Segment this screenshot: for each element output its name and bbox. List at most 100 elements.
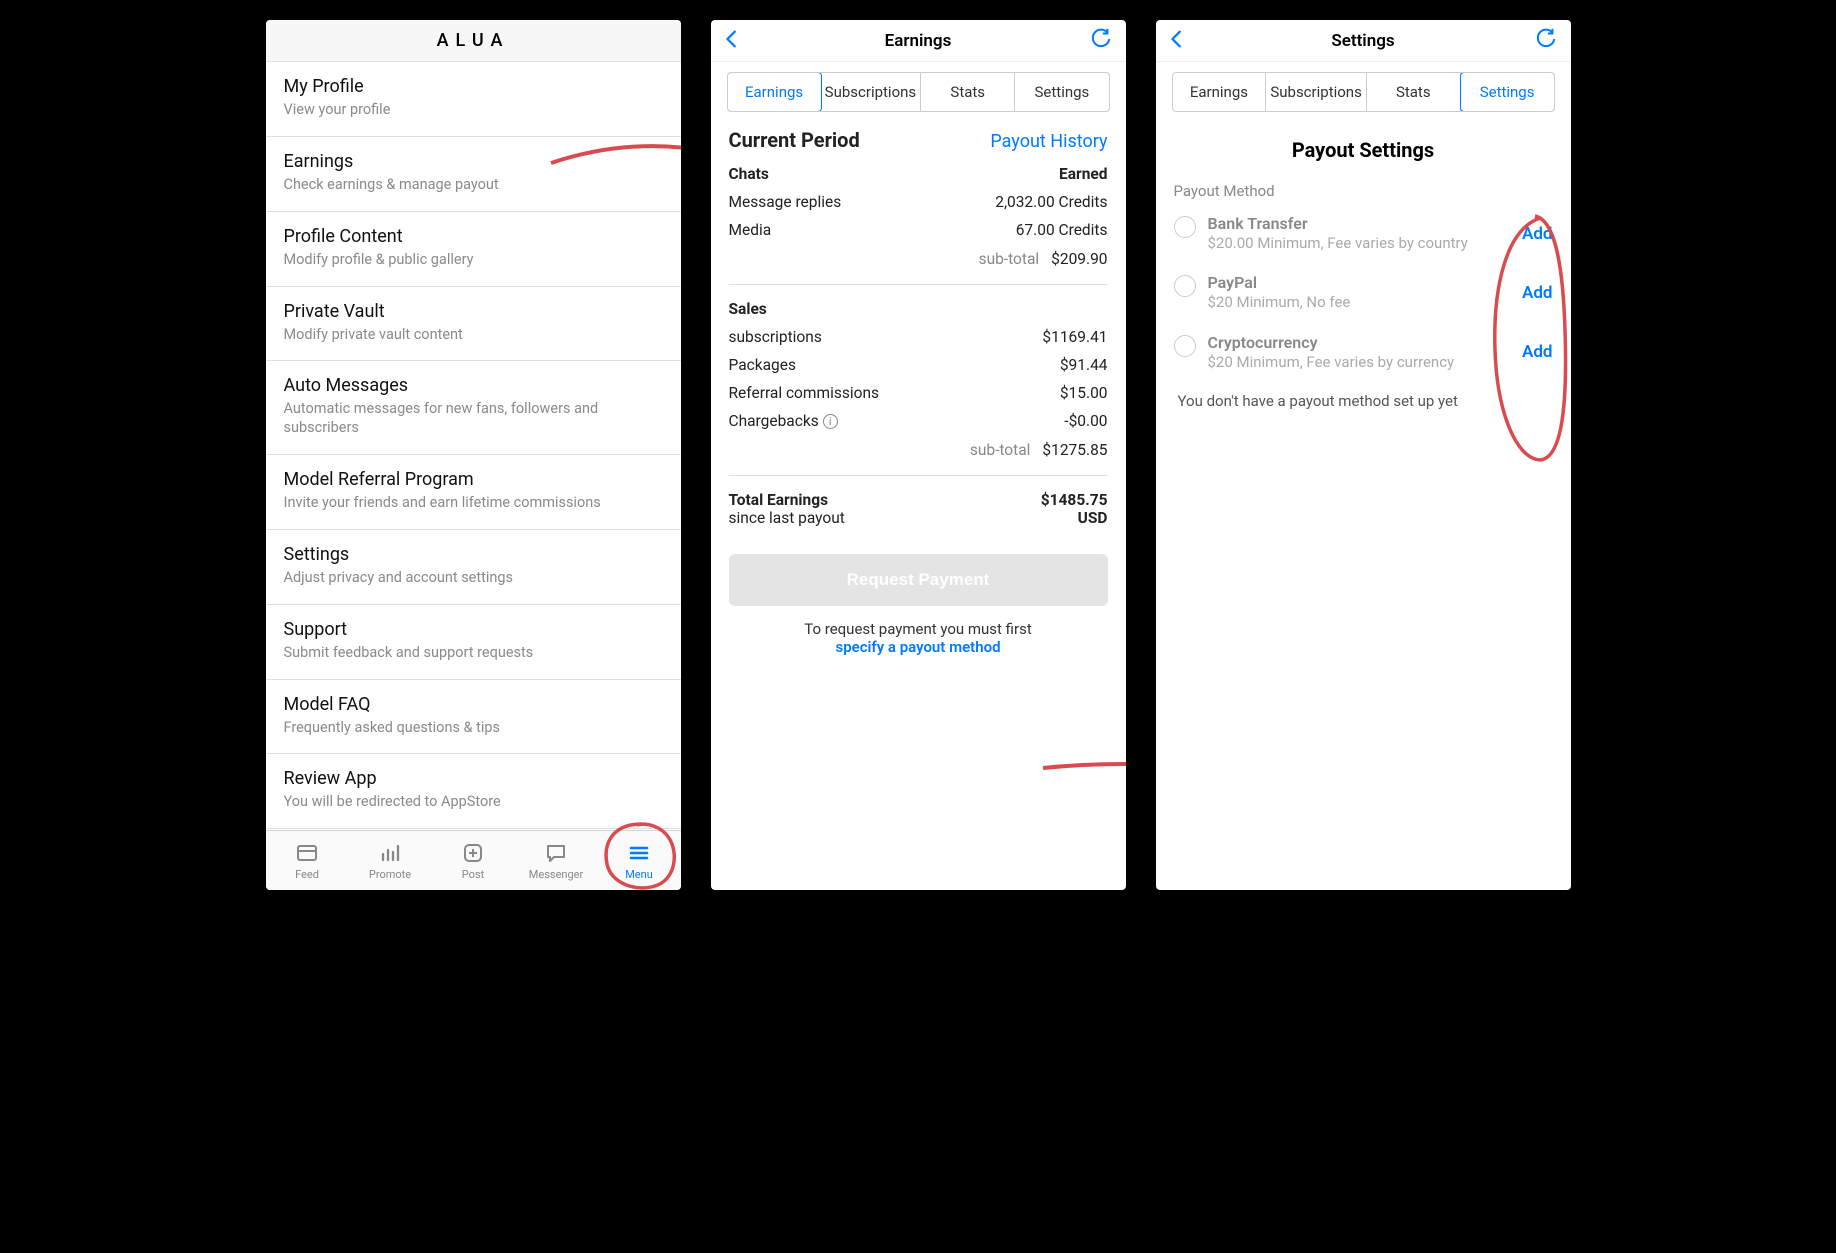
sales-subtotal-label: sub-total: [970, 441, 1031, 459]
payout-hint: To request payment you must first specif…: [729, 620, 1108, 656]
menu-item-title: Earnings: [284, 151, 663, 172]
current-period-heading: Current Period: [729, 128, 860, 152]
refresh-button[interactable]: [1535, 28, 1557, 54]
chevron-left-icon: [1166, 28, 1188, 50]
menu-item-title: Settings: [284, 544, 663, 565]
screen-menu: ALUA My ProfileView your profileEarnings…: [266, 20, 681, 890]
chevron-left-icon: [721, 28, 743, 50]
menu-item-sub: Check earnings & manage payout: [284, 176, 663, 195]
nav-title: Earnings: [885, 31, 952, 51]
radio-button[interactable]: [1174, 335, 1196, 357]
menu-item-support[interactable]: SupportSubmit feedback and support reque…: [266, 605, 681, 680]
radio-button[interactable]: [1174, 275, 1196, 297]
menu-item-model-faq[interactable]: Model FAQFrequently asked questions & ti…: [266, 680, 681, 755]
post-icon: [461, 841, 485, 865]
tab-menu[interactable]: Menu: [598, 831, 681, 890]
back-button[interactable]: [1166, 28, 1188, 54]
menu-item-model-referral-program[interactable]: Model Referral Program Invite your friend…: [266, 455, 681, 530]
menu-item-profile-content[interactable]: Profile ContentModify profile & public g…: [266, 212, 681, 287]
annotation-arrow-2: [1041, 740, 1126, 790]
hint-text: To request payment you must first: [804, 620, 1031, 638]
menu-item-title: Support: [284, 619, 663, 640]
payout-method-paypal: PayPal$20 Minimum, No fee Add: [1174, 273, 1553, 312]
method-text: Bank Transfer$20.00 Minimum, Fee varies …: [1208, 214, 1511, 253]
menu-item-title: Model FAQ: [284, 694, 663, 715]
chats-header-right: Earned: [1059, 165, 1107, 183]
seg-tab-earnings[interactable]: Earnings: [1173, 73, 1267, 111]
seg-tab-stats[interactable]: Stats: [921, 73, 1015, 111]
add-button[interactable]: Add: [1522, 224, 1553, 244]
payout-method-cryptocurrency: Cryptocurrency$20 Minimum, Fee varies by…: [1174, 333, 1553, 372]
earnings-row: Media67.00 Credits: [729, 216, 1108, 244]
method-title: Cryptocurrency: [1208, 333, 1511, 352]
seg-tab-settings[interactable]: Settings: [1015, 73, 1108, 111]
seg-tab-earnings[interactable]: Earnings: [727, 72, 822, 112]
tab-label: Promote: [369, 868, 411, 881]
menu-item-settings[interactable]: SettingsAdjust privacy and account setti…: [266, 530, 681, 605]
back-button[interactable]: [721, 28, 743, 54]
radio-button[interactable]: [1174, 216, 1196, 238]
menu-item-title: Private Vault: [284, 301, 663, 322]
tab-label: Post: [462, 868, 484, 881]
nav-title: Settings: [1331, 31, 1394, 51]
menu-item-title: Auto Messages: [284, 375, 663, 396]
payout-method-bank-transfer: Bank Transfer$20.00 Minimum, Fee varies …: [1174, 214, 1553, 253]
seg-tab-settings[interactable]: Settings: [1460, 72, 1555, 112]
sales-subtotal-value: $1275.85: [1042, 441, 1107, 459]
seg-tab-stats[interactable]: Stats: [1367, 73, 1461, 111]
segment-tabs: EarningsSubscriptionsStatsSettings: [1172, 72, 1555, 112]
tab-post[interactable]: Post: [432, 831, 515, 890]
screen-payout-settings: Settings EarningsSubscriptionsStatsSetti…: [1156, 20, 1571, 890]
bottom-tabbar: Feed Promote Post Messenger Menu: [266, 830, 681, 890]
menu-item-my-profile[interactable]: My ProfileView your profile: [266, 62, 681, 137]
payout-method-label: Payout Method: [1174, 182, 1553, 200]
row-value: $91.44: [1060, 356, 1108, 374]
promote-icon: [378, 841, 402, 865]
payout-history-link[interactable]: Payout History: [990, 131, 1107, 152]
menu-item-earnings[interactable]: Earnings Check earnings & manage payout: [266, 137, 681, 212]
menu-item-auto-messages[interactable]: Auto Messages Automatic messages for new …: [266, 361, 681, 455]
no-payout-note: You don't have a payout method set up ye…: [1174, 392, 1553, 410]
menu-item-sub: Invite your friends and earn lifetime co…: [284, 494, 663, 513]
earnings-row: Referral commissions$15.00: [729, 379, 1108, 407]
row-value: -$0.00: [1064, 412, 1107, 430]
refresh-button[interactable]: [1090, 28, 1112, 54]
menu-item-title: Model Referral Program: [284, 469, 663, 490]
total-currency: USD: [1041, 509, 1108, 527]
tab-feed[interactable]: Feed: [266, 831, 349, 890]
menu-list[interactable]: My ProfileView your profile Earnings Check…: [266, 62, 681, 830]
add-button[interactable]: Add: [1522, 342, 1553, 362]
payout-settings-heading: Payout Settings: [1174, 138, 1553, 162]
menu-item-title: Profile Content: [284, 226, 663, 247]
seg-tab-subscriptions[interactable]: Subscriptions: [821, 73, 921, 111]
specify-payout-link[interactable]: specify a payout method: [835, 638, 1000, 656]
tab-promote[interactable]: Promote: [349, 831, 432, 890]
app-logo: ALUA: [437, 30, 510, 51]
info-icon[interactable]: i: [823, 414, 838, 429]
since-last-payout-label: since last payout: [729, 509, 845, 527]
screen-earnings: Earnings EarningsSubscriptionsStatsSetti…: [711, 20, 1126, 890]
seg-tab-subscriptions[interactable]: Subscriptions: [1266, 73, 1366, 111]
add-button[interactable]: Add: [1522, 283, 1553, 303]
row-label: subscriptions: [729, 328, 822, 346]
tab-messenger[interactable]: Messenger: [515, 831, 598, 890]
request-payment-button[interactable]: Request Payment: [729, 554, 1108, 606]
row-label: Packages: [729, 356, 796, 374]
chats-subtotal-value: $209.90: [1051, 250, 1107, 268]
method-sub: $20 Minimum, Fee varies by currency: [1208, 352, 1511, 372]
row-label: Media: [729, 221, 772, 239]
menu-item-private-vault[interactable]: Private VaultModify private vault conten…: [266, 287, 681, 362]
menu-item-sub: Automatic messages for new fans, followe…: [284, 400, 663, 438]
app-logo-header: ALUA: [266, 20, 681, 62]
tab-label: Messenger: [529, 868, 583, 881]
refresh-icon: [1535, 28, 1557, 50]
menu-item-review-app[interactable]: Review AppYou will be redirected to AppS…: [266, 754, 681, 829]
method-title: PayPal: [1208, 273, 1511, 292]
method-sub: $20 Minimum, No fee: [1208, 292, 1511, 312]
total-earnings-value: $1485.75: [1041, 491, 1108, 509]
row-value: $15.00: [1060, 384, 1108, 402]
row-value: $1169.41: [1042, 328, 1107, 346]
method-text: Cryptocurrency$20 Minimum, Fee varies by…: [1208, 333, 1511, 372]
earnings-row: subscriptions $1169.41: [729, 323, 1108, 351]
earnings-row: Message replies2,032.00 Credits: [729, 188, 1108, 216]
